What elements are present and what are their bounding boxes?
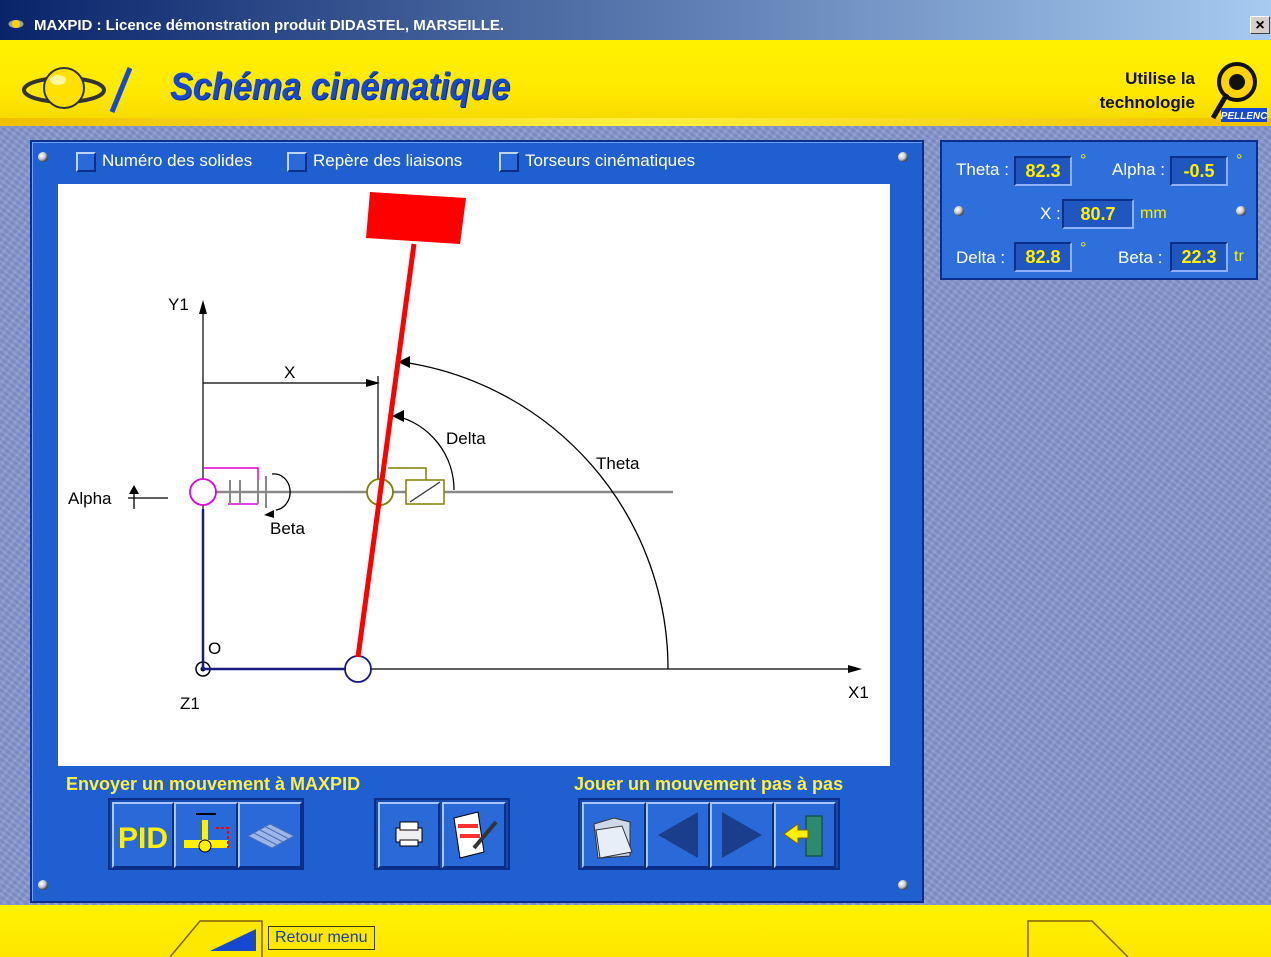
exit-button[interactable] (774, 802, 836, 868)
pid-button[interactable]: PID (112, 802, 174, 868)
screw-icon (38, 152, 48, 162)
position-readout-panel: Theta : 82.3 ° Alpha : -0.5 ° X : 80.7 m… (940, 140, 1258, 280)
pid-icon: PID (118, 822, 168, 855)
app-icon (8, 20, 24, 28)
delta-arrow (392, 410, 404, 422)
printer-icon (395, 821, 423, 847)
screw-icon (1236, 206, 1246, 216)
kinematic-diagram: Y1 X1 Z1 O Beta Alpha X Delta Theta (58, 184, 890, 766)
red-arm (355, 243, 417, 658)
y1-label: Y1 (168, 295, 189, 314)
checkbox-label: Repère des liaisons (313, 151, 463, 170)
print-button[interactable] (378, 802, 440, 868)
open-folder-button[interactable] (582, 802, 646, 868)
edit-button[interactable] (442, 802, 506, 868)
left-bracket (203, 467, 259, 480)
step-forward-button[interactable] (710, 802, 774, 868)
play-section-label: Jouer un mouvement pas à pas (574, 774, 844, 794)
arrow-left-icon (658, 812, 698, 858)
checkbox-label: Torseurs cinématiques (525, 151, 696, 170)
checkbox-numero-solides[interactable]: Numéro des solides (76, 150, 252, 172)
motor-setup-button[interactable] (174, 802, 238, 868)
theta-readout-value: 82.3 (1014, 156, 1072, 186)
checkbox-repere-liaisons[interactable]: Repère des liaisons (287, 150, 462, 172)
grid-button[interactable] (238, 802, 302, 868)
beta-unit: tr (1234, 248, 1244, 265)
checkbox-label: Numéro des solides (102, 151, 253, 170)
red-load (366, 192, 466, 244)
exit-door-icon (783, 815, 823, 857)
send-section-label: Envoyer un mouvement à MAXPID (66, 774, 361, 794)
x1-arrow (848, 665, 862, 673)
origin-label: O (208, 639, 221, 658)
theta-readout-label: Theta : (956, 160, 1009, 179)
beta-readout-label: Beta : (1118, 248, 1163, 267)
retour-menu-button[interactable]: Retour menu (268, 926, 375, 950)
left-pivot (189, 478, 217, 506)
alpha-label: Alpha (68, 489, 112, 508)
x-readout-value: 80.7 (1062, 199, 1134, 229)
x-dimension-label: X (284, 363, 295, 382)
checkbox-box[interactable] (499, 151, 519, 172)
theta-unit: ° (1080, 152, 1087, 169)
theta-arc (401, 361, 669, 670)
x-readout-label: X : (1040, 204, 1061, 223)
alpha-unit: ° (1236, 152, 1243, 169)
edit-document-icon (453, 811, 498, 859)
close-button[interactable]: × (1250, 16, 1270, 34)
screw-icon (954, 206, 964, 216)
window-titlebar: MAXPID : Licence démonstration produit D… (0, 0, 1271, 40)
alpha-readout-label: Alpha : (1112, 160, 1165, 179)
alpha-readout-value: -0.5 (1170, 156, 1228, 186)
folder-icon (593, 817, 633, 859)
checkbox-torseurs[interactable]: Torseurs cinématiques (499, 150, 695, 172)
delta-unit: ° (1080, 240, 1087, 257)
screw-icon (898, 880, 908, 890)
pellenc-brand: PELLENC (1221, 111, 1268, 122)
banner-wave (0, 118, 1271, 126)
motor-icon (184, 813, 229, 853)
x1-label: X1 (848, 683, 869, 702)
beta-readout-value: 22.3 (1170, 242, 1228, 272)
screw-icon (898, 152, 908, 162)
header-banner (0, 40, 1271, 126)
window-title: MAXPID : Licence démonstration produit D… (34, 17, 505, 34)
step-back-button[interactable] (646, 802, 710, 868)
screw-icon (38, 880, 48, 890)
z1-label: Z1 (180, 694, 200, 713)
beta-arrow (264, 510, 274, 518)
pellenc-logo-icon: PELLENC (1210, 62, 1268, 122)
checkbox-box[interactable] (76, 151, 96, 172)
alpha-arrow (129, 485, 139, 494)
y1-arrow (199, 300, 207, 314)
beta-label: Beta (270, 519, 306, 538)
x-unit: mm (1140, 205, 1167, 222)
delta-arc (395, 415, 455, 491)
delta-readout-label: Delta : (956, 248, 1006, 267)
grid-icon (246, 823, 296, 849)
arrow-right-icon (722, 812, 762, 858)
planet-logo-icon (22, 67, 132, 113)
base-pivot (344, 655, 372, 683)
delta-readout-value: 82.8 (1014, 242, 1072, 272)
checkbox-box[interactable] (287, 151, 307, 172)
pid-label: PID (118, 822, 168, 855)
theta-label: Theta (596, 454, 640, 473)
delta-label: Delta (446, 429, 486, 448)
